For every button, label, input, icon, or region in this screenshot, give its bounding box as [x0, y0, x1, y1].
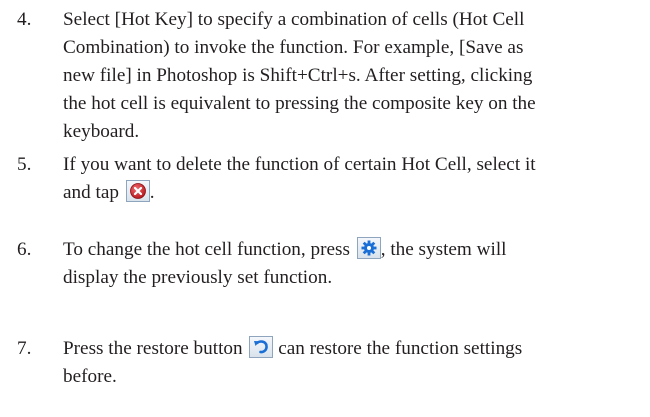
text-line: If you want to delete the function of ce…	[63, 154, 536, 175]
text-line: keyboard.	[63, 121, 140, 142]
text-fragment: .	[149, 182, 155, 203]
restore-undo-icon	[249, 336, 274, 358]
text-fragment: To change the hot cell function, press	[63, 239, 350, 260]
settings-gear-icon	[356, 237, 381, 259]
list-number: 5.	[17, 154, 32, 175]
text-line: display the previously set function.	[63, 267, 333, 288]
list-number: 4.	[17, 9, 32, 30]
text-line: Press the restore button can restore the…	[63, 335, 643, 363]
text-fragment: Press the restore button	[63, 338, 243, 359]
text-line: To change the hot cell function, press ,…	[63, 236, 643, 264]
text-line: before.	[63, 366, 117, 387]
list-number: 7.	[17, 338, 32, 359]
list-item-text: If you want to delete the function of ce…	[63, 151, 643, 207]
text-fragment: can restore the function settings	[278, 338, 523, 359]
document-page: 4. Select [Hot Key] to specify a combina…	[0, 0, 650, 417]
text-line: new file] in Photoshop is Shift+Ctrl+s. …	[63, 65, 533, 86]
list-item-text: Press the restore button can restore the…	[63, 335, 643, 391]
text-fragment: , the system will	[380, 239, 507, 260]
text-line: Combination) to invoke the function. For…	[63, 37, 524, 58]
delete-icon	[125, 180, 150, 202]
list-item-text: Select [Hot Key] to specify a combinatio…	[63, 6, 643, 146]
text-line: and tap .	[63, 179, 643, 207]
text-line: the hot cell is equivalent to pressing t…	[63, 93, 536, 114]
text-line: Select [Hot Key] to specify a combinatio…	[63, 9, 525, 30]
text-fragment: and tap	[63, 182, 119, 203]
list-item-text: To change the hot cell function, press ,…	[63, 236, 643, 292]
list-number: 6.	[17, 239, 32, 260]
